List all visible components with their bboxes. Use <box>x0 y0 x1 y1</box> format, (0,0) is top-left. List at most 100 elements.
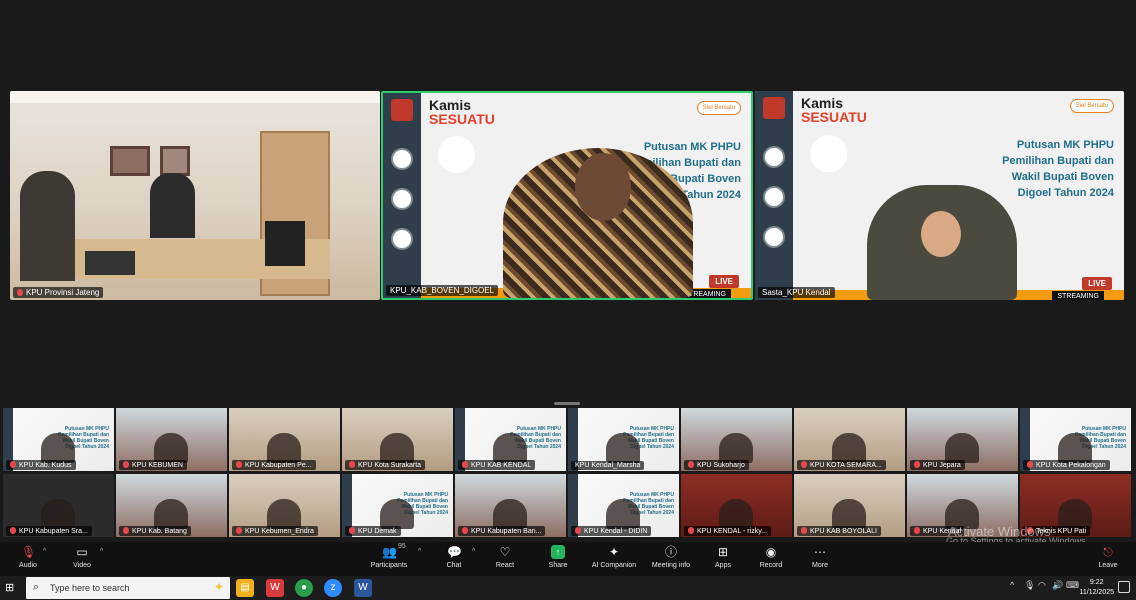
gallery-video-tile[interactable]: Putusan MK PHPU Pemilihan Bupati dan Wak… <box>1020 408 1131 471</box>
participant-person <box>606 433 640 463</box>
participant-name: KPU Kab. Kudus <box>19 462 72 469</box>
more-button[interactable]: ⋯ More <box>790 545 850 569</box>
chat-icon: 💬 <box>447 545 462 559</box>
tray-expand-icon[interactable]: ^ <box>1010 580 1014 590</box>
chrome-icon[interactable]: ● <box>295 579 313 597</box>
participant-name: KPU KAB BOYOLALI <box>810 528 877 535</box>
taskbar-clock[interactable]: 9:22 11/12/2025 <box>1079 578 1114 598</box>
gallery-video-tile[interactable]: KPU KENDAL - rizky... <box>681 474 792 537</box>
participant-person <box>150 173 195 238</box>
leave-button[interactable]: ⎋ Leave <box>1078 545 1136 569</box>
zoom-icon[interactable]: z <box>324 579 342 597</box>
live-badge: LIVE <box>1082 277 1112 290</box>
participant-name-tag: KPU Sukoharjo <box>684 460 749 470</box>
gallery-resize-handle[interactable] <box>554 402 580 405</box>
notification-center-icon[interactable] <box>1118 581 1130 593</box>
laptop <box>85 251 135 275</box>
react-label: React <box>495 562 515 569</box>
participant-name-tag: KPU Kab. Batang <box>119 526 191 536</box>
gallery-video-tile[interactable]: KPU Kota Surakarta <box>342 408 453 471</box>
gallery-video-tile[interactable]: Putusan MK PHPU Pemilihan Bupati dan Wak… <box>568 474 679 537</box>
gallery-video-tile[interactable]: Putusan MK PHPU Pemilihan Bupati dan Wak… <box>455 408 566 471</box>
windows-start-icon[interactable]: ⊞ <box>5 582 17 594</box>
mic-off-icon <box>349 461 355 468</box>
participant-name-tag: KPU KEBUMEN <box>119 460 187 470</box>
search-placeholder: Type here to search <box>50 583 130 593</box>
ai-sparkle-icon: ✦ <box>608 545 620 559</box>
share-button[interactable]: ↑ Share <box>528 545 588 569</box>
clock-time: 9:22 <box>1089 579 1104 586</box>
audio-label: Audio <box>19 562 37 569</box>
video-tile-main-3[interactable]: Kamis SESUATU Siel Bersatu Putusan MK PH… <box>755 91 1124 300</box>
participant-name-tag: KPU Kabupaten Ban... <box>458 526 546 536</box>
participant-person <box>267 433 301 463</box>
audio-button[interactable]: 🎙 Audio <box>0 545 58 569</box>
slide-title: Putusan MK PHPU Pemilihan Bupati dan Wak… <box>1002 139 1114 199</box>
mic-off-icon <box>10 527 16 534</box>
slide-badge: Siel Bersatu <box>696 101 741 115</box>
gallery-video-tile[interactable]: Putusan MK PHPU Pemilihan Bupati dan Wak… <box>342 474 453 537</box>
speaker-avatar-icon <box>763 186 785 208</box>
participant-name: KPU KAB KENDAL <box>471 462 532 469</box>
react-button[interactable]: ♡ React <box>475 545 535 569</box>
file-explorer-icon[interactable]: ▤ <box>236 579 254 597</box>
participant-name: KPU KEBUMEN <box>132 462 183 469</box>
participant-name: KPU Kabupaten Sra... <box>19 528 88 535</box>
participant-name-tag: KPU Provinsi Jateng <box>13 287 104 298</box>
video-options-caret-icon[interactable]: ^ <box>100 548 103 555</box>
video-tile-main-2-active-speaker[interactable]: Kamis SESUATU Siel Bersatu Putusan MK PH… <box>381 91 753 300</box>
word-icon[interactable]: W <box>354 579 372 597</box>
taskbar-search-box[interactable]: ⌕ Type here to search ✦ <box>26 577 230 599</box>
speaker-face <box>913 203 969 265</box>
participant-person <box>267 499 301 529</box>
slide-brand-sesuatu: SESUATU <box>429 111 495 127</box>
video-tile-main-1[interactable]: KPU Provinsi Jateng <box>10 91 380 300</box>
mic-off-icon <box>17 289 23 296</box>
gallery-video-tile[interactable]: KPU Sukoharjo <box>681 408 792 471</box>
gallery-video-tile[interactable]: KPU Kabupaten Ban... <box>455 474 566 537</box>
participant-person <box>719 433 753 463</box>
gallery-video-tile[interactable]: KPU Kab. Batang <box>116 474 227 537</box>
gallery-video-tile[interactable]: KPU Kabupaten Pe... <box>229 408 340 471</box>
camera-icon: ▭ <box>76 545 88 559</box>
participants-options-caret-icon[interactable]: ^ <box>418 548 421 555</box>
gallery-video-tile[interactable]: KPU Jepara <box>907 408 1018 471</box>
gallery-video-tile[interactable]: Putusan MK PHPU Pemilihan Bupati dan Wak… <box>568 408 679 471</box>
participant-name-tag: KPU Kota Pekalongan <box>1023 460 1110 470</box>
mic-off-icon <box>801 527 807 534</box>
gallery-video-tile[interactable]: KPU Kebumen_Endra <box>229 474 340 537</box>
kpu-logo-icon <box>763 97 785 119</box>
mic-off-icon <box>236 461 242 468</box>
keyboard-icon[interactable]: ⌨ <box>1066 580 1079 591</box>
mic-off-icon <box>688 527 694 534</box>
participant-name: KPU Jepara <box>923 462 961 469</box>
record-icon: ◉ <box>765 545 777 559</box>
participant-person <box>945 433 979 463</box>
speaker-icon[interactable]: 🔊 <box>1052 580 1063 591</box>
audio-options-caret-icon[interactable]: ^ <box>43 548 46 555</box>
participant-person <box>493 433 527 463</box>
participant-name-tag: KPU Kabupaten Pe... <box>232 460 316 470</box>
gallery-video-tile[interactable]: KPU KOTA SEMARA... <box>794 408 905 471</box>
mic-off-icon <box>236 527 242 534</box>
network-icon[interactable]: ◠ <box>1038 580 1046 591</box>
ai-companion-button[interactable]: ✦ AI Companion <box>584 545 644 569</box>
meeting-info-button[interactable]: ⓘ Meeting info <box>641 545 701 569</box>
participant-person <box>493 499 527 529</box>
more-label: More <box>812 562 828 569</box>
wps-office-icon[interactable]: W <box>266 579 284 597</box>
gallery-video-tile[interactable]: KPU KAB BOYOLALI <box>794 474 905 537</box>
participant-person <box>154 499 188 529</box>
gallery-video-tile[interactable]: KPU Kabupaten Sra... <box>3 474 114 537</box>
participant-name-tag: KPU Demak <box>345 526 401 536</box>
participant-name: KPU Kendal_Marsha <box>575 462 641 469</box>
gallery-video-tile[interactable]: KPU KEBUMEN <box>116 408 227 471</box>
leave-icon: ⎋ <box>1103 545 1113 559</box>
mic-off-icon <box>914 461 920 468</box>
microphone-tray-icon[interactable]: 🎙 <box>1024 580 1035 591</box>
participant-person <box>20 171 75 281</box>
gallery-video-tile[interactable]: Putusan MK PHPU Pemilihan Bupati dan Wak… <box>3 408 114 471</box>
participants-button[interactable]: 👥 Participants <box>359 545 419 569</box>
participant-name-tag: KPU Kabupaten Sra... <box>6 526 92 536</box>
participant-name-tag: Sasta_KPU Kendal <box>758 287 835 298</box>
